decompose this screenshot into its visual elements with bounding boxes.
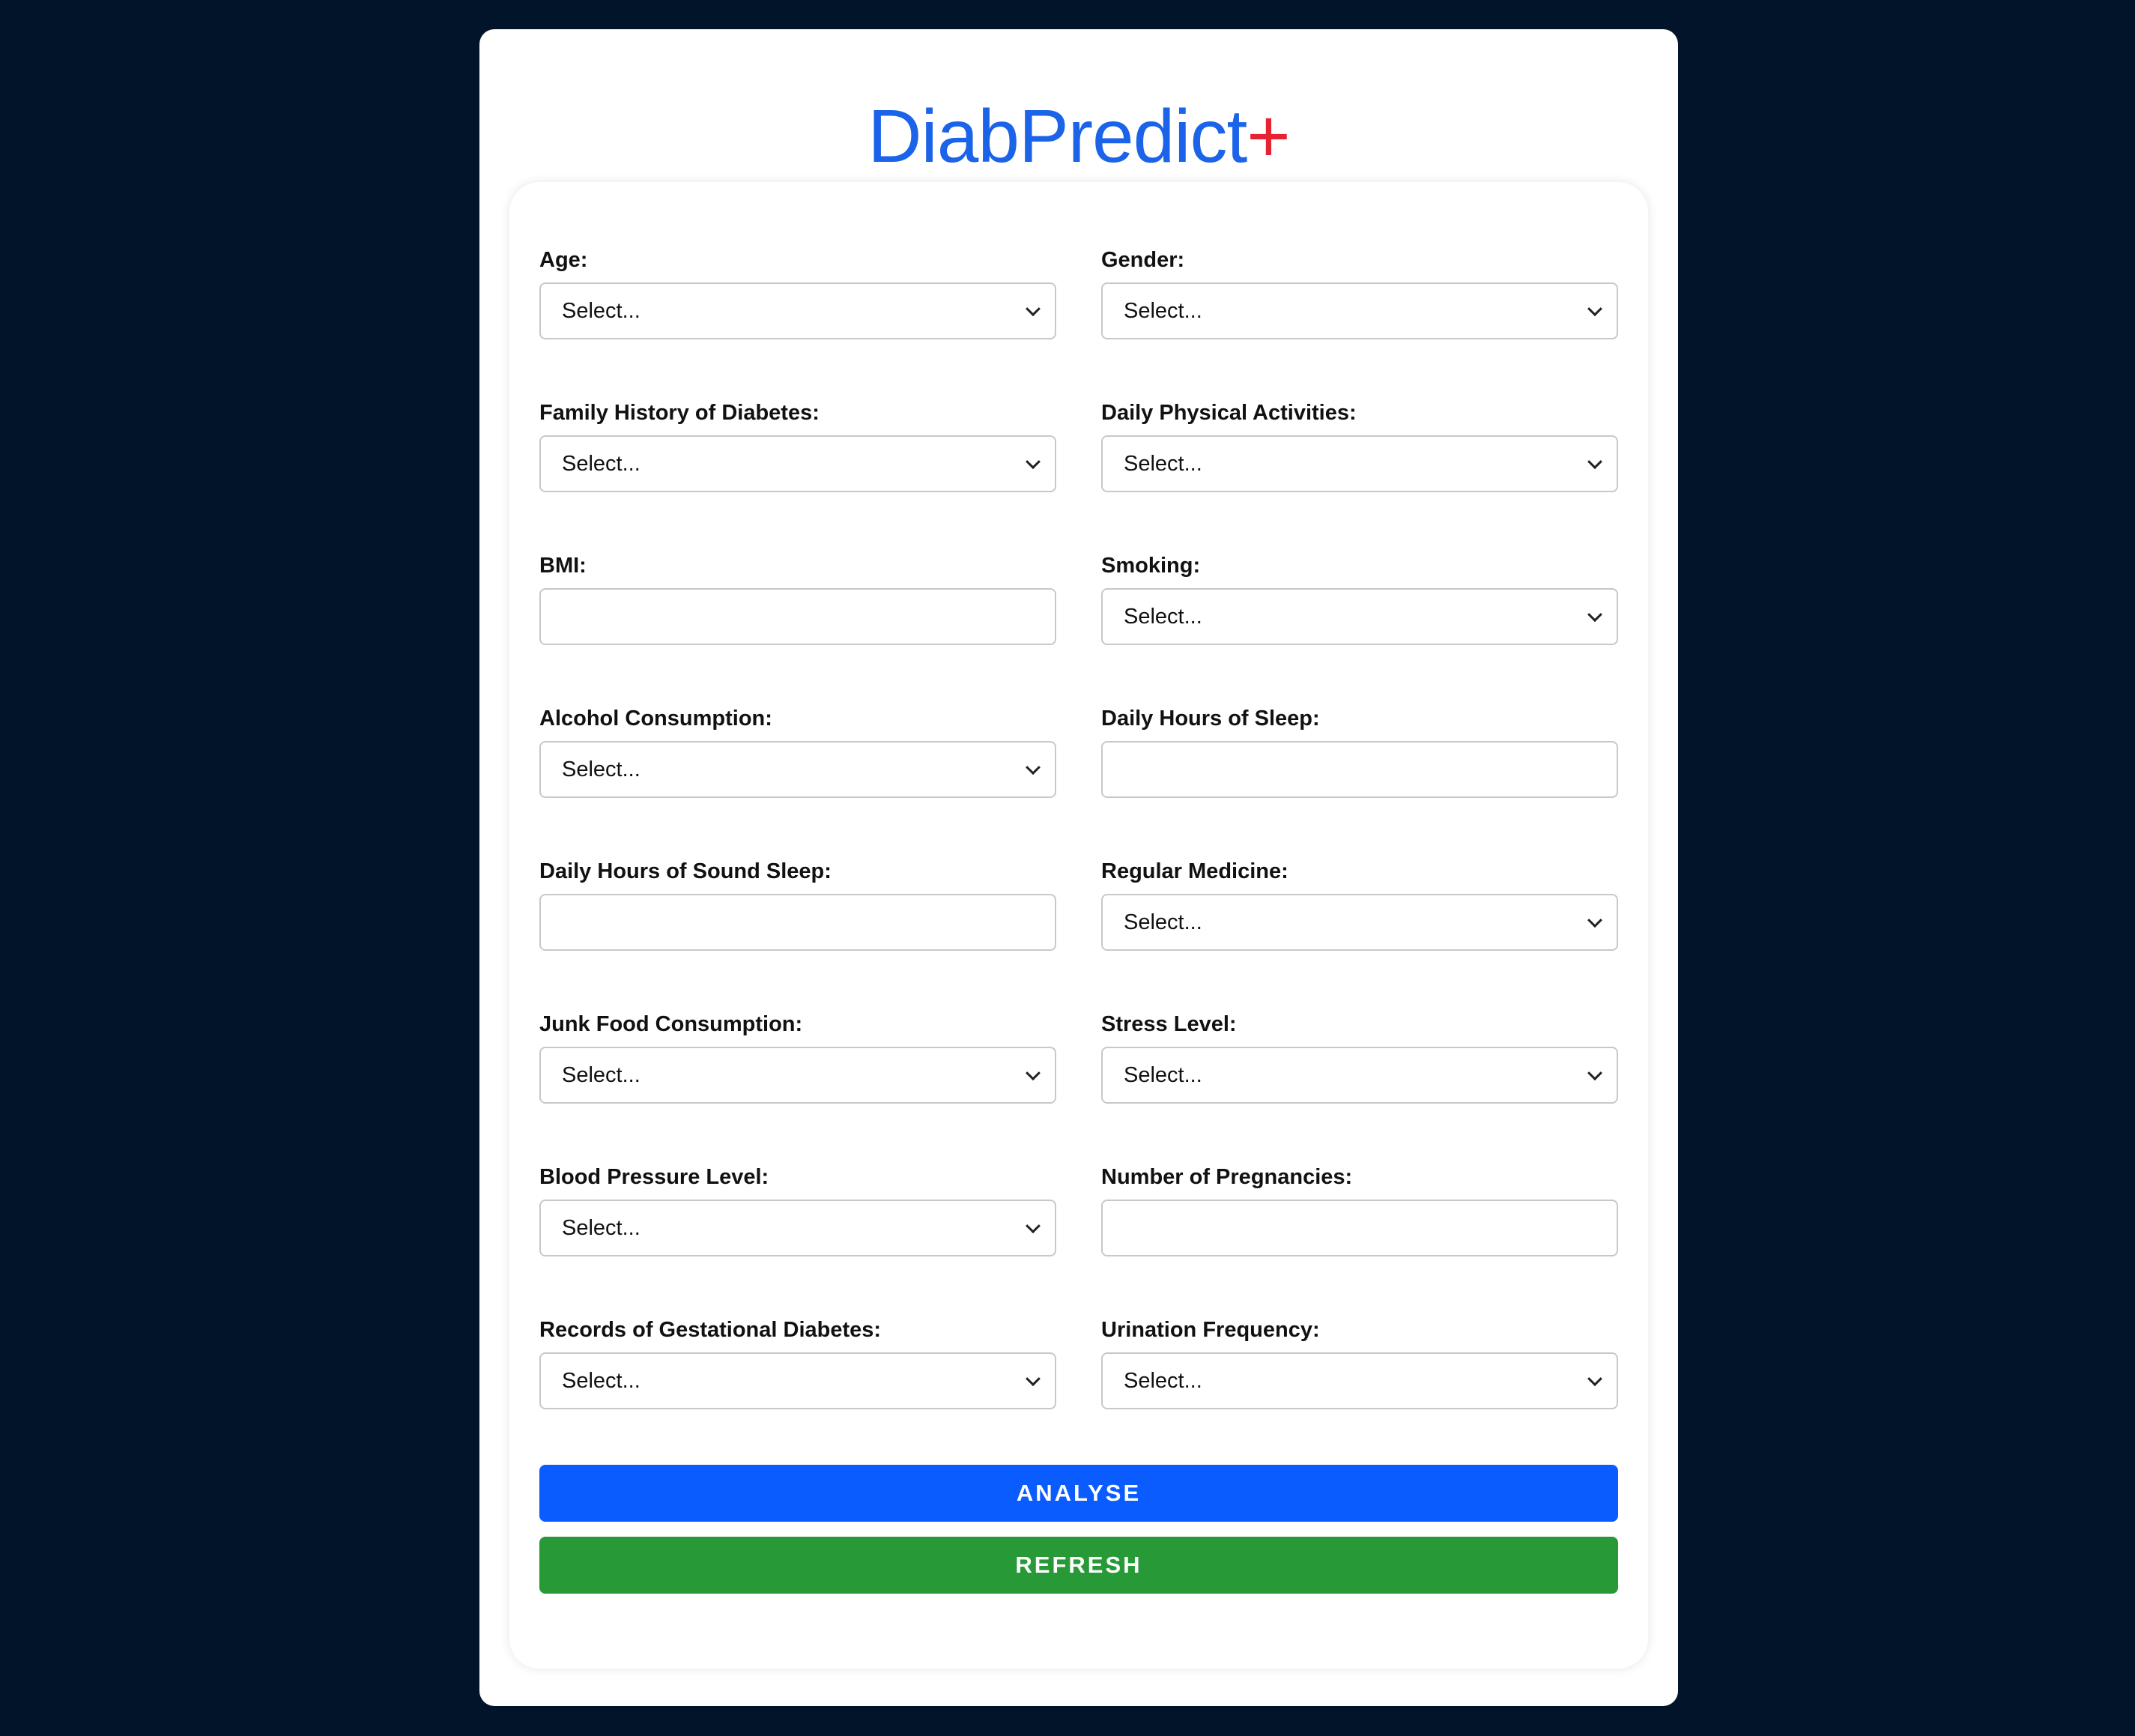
chevron-down-icon [1026, 301, 1041, 317]
select-value: Select... [562, 451, 640, 476]
field-label: Daily Hours of Sound Sleep: [539, 859, 832, 883]
refresh-button[interactable]: REFRESH [539, 1537, 1618, 1594]
regular-medicine-select[interactable]: Select... [1101, 894, 1618, 951]
app-title: DiabPredict+ [479, 95, 1678, 178]
field-gestational-diabetes: Records of Gestational Diabetes: Select.… [539, 1315, 1056, 1468]
analyse-button[interactable]: ANALYSE [539, 1465, 1618, 1522]
select-value: Select... [1124, 910, 1202, 934]
sound-sleep-input[interactable] [539, 894, 1056, 951]
chevron-down-icon [1587, 1065, 1602, 1081]
field-label: Blood Pressure Level: [539, 1165, 769, 1189]
pregnancies-input[interactable] [1101, 1200, 1618, 1256]
field-label: Regular Medicine: [1101, 859, 1288, 883]
form-grid: Age: Select... Gender: Select... Family … [539, 245, 1618, 1468]
field-junk-food: Junk Food Consumption: Select... [539, 1009, 1056, 1162]
field-alcohol: Alcohol Consumption: Select... [539, 704, 1056, 856]
field-regular-medicine: Regular Medicine: Select... [1101, 856, 1618, 1009]
field-physical-activities: Daily Physical Activities: Select... [1101, 398, 1618, 551]
field-label: Alcohol Consumption: [539, 707, 772, 731]
select-value: Select... [1124, 1062, 1202, 1087]
field-label: Junk Food Consumption: [539, 1012, 803, 1036]
chevron-down-icon [1026, 760, 1041, 775]
app-title-text: DiabPredict [867, 94, 1247, 178]
chevron-down-icon [1026, 1065, 1041, 1081]
chevron-down-icon [1587, 301, 1602, 317]
family-history-select[interactable]: Select... [539, 435, 1056, 492]
urination-frequency-select[interactable]: Select... [1101, 1352, 1618, 1409]
field-label: Stress Level: [1101, 1012, 1237, 1036]
chevron-down-icon [1026, 1218, 1041, 1234]
field-label: Daily Physical Activities: [1101, 401, 1357, 425]
smoking-select[interactable]: Select... [1101, 588, 1618, 645]
select-value: Select... [562, 757, 640, 781]
gestational-diabetes-select[interactable]: Select... [539, 1352, 1056, 1409]
select-value: Select... [562, 298, 640, 323]
sleep-hours-input[interactable] [1101, 741, 1618, 798]
field-blood-pressure: Blood Pressure Level: Select... [539, 1162, 1056, 1315]
field-pregnancies: Number of Pregnancies: [1101, 1162, 1618, 1315]
field-label: BMI: [539, 554, 587, 578]
chevron-down-icon [1587, 607, 1602, 623]
select-value: Select... [562, 1215, 640, 1240]
field-gender: Gender: Select... [1101, 245, 1618, 398]
chevron-down-icon [1587, 913, 1602, 928]
field-label: Age: [539, 248, 588, 272]
field-smoking: Smoking: Select... [1101, 551, 1618, 704]
blood-pressure-select[interactable]: Select... [539, 1200, 1056, 1256]
select-value: Select... [1124, 604, 1202, 629]
junk-food-select[interactable]: Select... [539, 1047, 1056, 1104]
age-select[interactable]: Select... [539, 282, 1056, 339]
field-label: Daily Hours of Sleep: [1101, 707, 1320, 731]
chevron-down-icon [1026, 454, 1041, 470]
select-value: Select... [1124, 298, 1202, 323]
field-label: Urination Frequency: [1101, 1318, 1320, 1342]
field-age: Age: Select... [539, 245, 1056, 398]
field-family-history: Family History of Diabetes: Select... [539, 398, 1056, 551]
field-label: Gender: [1101, 248, 1185, 272]
alcohol-select[interactable]: Select... [539, 741, 1056, 798]
select-value: Select... [1124, 1368, 1202, 1393]
main-card: DiabPredict+ Age: Select... Gender: Sele… [479, 29, 1678, 1706]
select-value: Select... [562, 1368, 640, 1393]
plus-icon: + [1247, 94, 1290, 178]
field-label: Smoking: [1101, 554, 1201, 578]
bmi-input[interactable] [539, 588, 1056, 645]
chevron-down-icon [1587, 454, 1602, 470]
field-urination-frequency: Urination Frequency: Select... [1101, 1315, 1618, 1468]
field-stress-level: Stress Level: Select... [1101, 1009, 1618, 1162]
select-value: Select... [562, 1062, 640, 1087]
physical-activities-select[interactable]: Select... [1101, 435, 1618, 492]
chevron-down-icon [1587, 1371, 1602, 1387]
field-bmi: BMI: [539, 551, 1056, 704]
stress-level-select[interactable]: Select... [1101, 1047, 1618, 1104]
chevron-down-icon [1026, 1371, 1041, 1387]
field-label: Records of Gestational Diabetes: [539, 1318, 882, 1342]
gender-select[interactable]: Select... [1101, 282, 1618, 339]
field-sleep-hours: Daily Hours of Sleep: [1101, 704, 1618, 856]
field-label: Family History of Diabetes: [539, 401, 820, 425]
select-value: Select... [1124, 451, 1202, 476]
field-sound-sleep: Daily Hours of Sound Sleep: [539, 856, 1056, 1009]
field-label: Number of Pregnancies: [1101, 1165, 1353, 1189]
